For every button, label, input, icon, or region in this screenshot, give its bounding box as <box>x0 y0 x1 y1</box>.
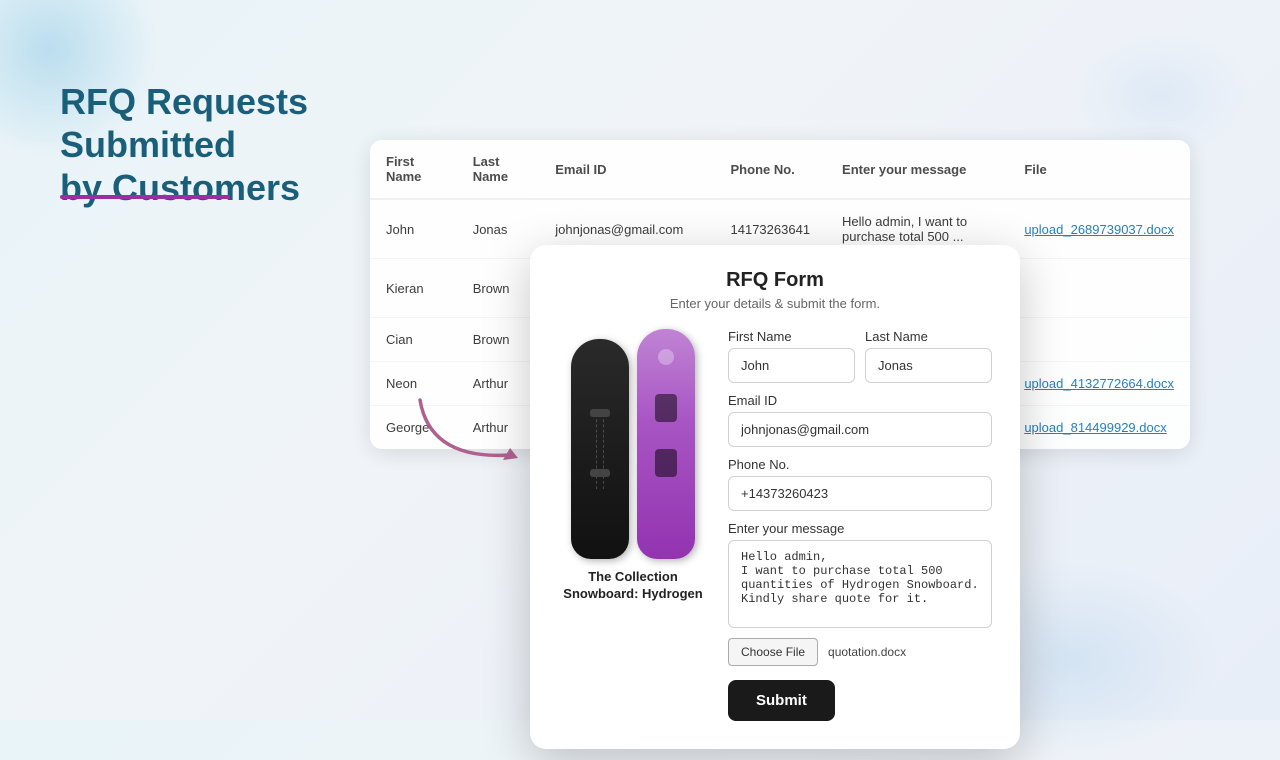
snowboard-purple <box>637 329 695 559</box>
col-file: File <box>1008 140 1190 199</box>
email-group: Email ID <box>728 393 992 447</box>
col-email: Email ID <box>539 140 714 199</box>
name-row: First Name Last Name <box>728 329 992 383</box>
submit-button[interactable]: Submit <box>728 680 835 721</box>
message-group: Enter your message Hello admin, I want t… <box>728 521 992 628</box>
cell-file <box>1008 259 1190 318</box>
phone-group: Phone No. <box>728 457 992 511</box>
last-name-input[interactable] <box>865 348 992 383</box>
cell-file[interactable]: upload_2689739037.docx <box>1008 199 1190 259</box>
cell-first-name: John <box>370 199 457 259</box>
rfq-modal: RFQ Form Enter your details & submit the… <box>530 245 1020 749</box>
cell-first-name: Cian <box>370 318 457 362</box>
message-label: Enter your message <box>728 521 992 536</box>
title-underline-decoration <box>60 195 230 199</box>
snowboard-images <box>571 329 695 559</box>
binding-bottom <box>590 469 610 477</box>
col-last-name: Last Name <box>457 140 540 199</box>
modal-body: The Collection Snowboard: Hydrogen First… <box>558 329 992 721</box>
cell-last-name: Jonas <box>457 199 540 259</box>
col-phone: Phone No. <box>715 140 827 199</box>
cell-file[interactable]: upload_4132772664.docx <box>1008 362 1190 406</box>
email-input[interactable] <box>728 412 992 447</box>
arrow-decoration <box>400 380 540 480</box>
file-upload-row: Choose File quotation.docx <box>728 638 992 666</box>
binding-purple-bottom <box>655 449 677 477</box>
modal-title: RFQ Form <box>558 269 992 292</box>
cell-last-name: Brown <box>457 259 540 318</box>
first-name-label: First Name <box>728 329 855 344</box>
modal-subtitle: Enter your details & submit the form. <box>558 296 992 311</box>
cell-last-name: Brown <box>457 318 540 362</box>
message-textarea[interactable]: Hello admin, I want to purchase total 50… <box>728 540 992 628</box>
product-area: The Collection Snowboard: Hydrogen <box>558 329 708 721</box>
file-link[interactable]: upload_4132772664.docx <box>1024 376 1174 391</box>
binding-top <box>590 409 610 417</box>
last-name-label: Last Name <box>865 329 992 344</box>
product-label: The Collection Snowboard: Hydrogen <box>563 569 702 603</box>
page-title: RFQ Requests Submitted by Customers <box>60 80 360 210</box>
email-label: Email ID <box>728 393 992 408</box>
col-message: Enter your message <box>826 140 1008 199</box>
snowboard-black <box>571 339 629 559</box>
first-name-group: First Name <box>728 329 855 383</box>
choose-file-button[interactable]: Choose File <box>728 638 818 666</box>
cell-file[interactable]: upload_814499929.docx <box>1008 406 1190 450</box>
last-name-group: Last Name <box>865 329 992 383</box>
first-name-input[interactable] <box>728 348 855 383</box>
file-link[interactable]: upload_814499929.docx <box>1024 420 1166 435</box>
file-name-display: quotation.docx <box>828 645 906 659</box>
cell-first-name: Kieran <box>370 259 457 318</box>
phone-input[interactable] <box>728 476 992 511</box>
binding-purple-top <box>655 394 677 422</box>
cell-file <box>1008 318 1190 362</box>
form-area: First Name Last Name Email ID Phone No. … <box>728 329 992 721</box>
phone-label: Phone No. <box>728 457 992 472</box>
col-first-name: First Name <box>370 140 457 199</box>
file-link[interactable]: upload_2689739037.docx <box>1024 222 1174 237</box>
